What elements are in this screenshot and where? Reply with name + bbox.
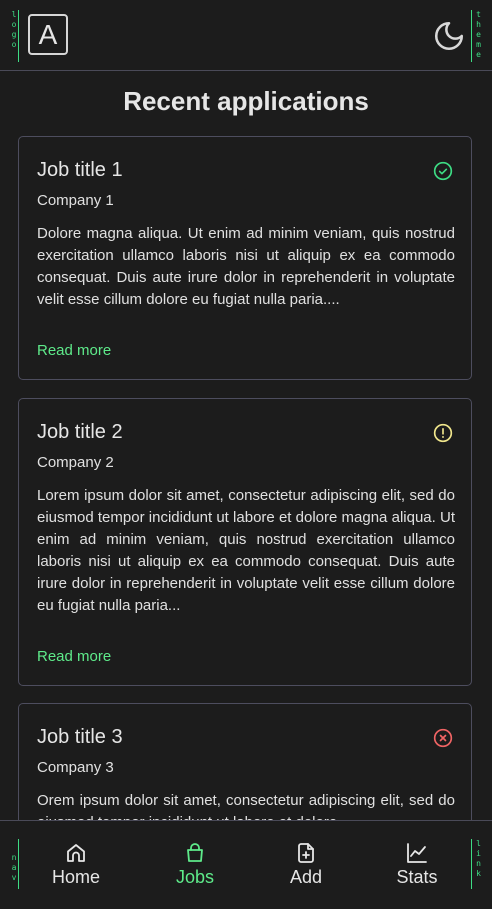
- bag-icon: [187, 843, 203, 862]
- debug-char: t: [476, 10, 481, 19]
- debug-char: n: [11, 853, 17, 862]
- home-icon: [67, 844, 85, 862]
- check-circle-icon: [433, 161, 453, 181]
- logo-debug-label: l o g o: [10, 10, 19, 62]
- company-name: Company 3: [37, 759, 114, 776]
- debug-char: v: [11, 873, 17, 882]
- nav-item-stats[interactable]: Stats: [372, 841, 462, 888]
- debug-char: h: [476, 20, 481, 29]
- link-debug-label: l i n k: [471, 839, 483, 889]
- x-circle-icon: [433, 728, 453, 748]
- alert-circle-icon: [433, 423, 453, 443]
- application-card: Job title 1 Company 1 Dolore magna aliqu…: [18, 136, 472, 380]
- theme-toggle-button[interactable]: [432, 19, 466, 53]
- company-name: Company 2: [37, 454, 114, 471]
- company-name: Company 1: [37, 192, 114, 209]
- nav-debug-label: n a v: [10, 839, 19, 889]
- theme-debug-label: t h e m e: [471, 10, 483, 62]
- debug-char: l: [476, 839, 481, 848]
- job-description: Lorem ipsum dolor sit amet, consectetur …: [37, 487, 455, 614]
- header: l o g o A t h e m e: [0, 0, 492, 71]
- debug-char: e: [476, 50, 481, 59]
- read-more-link[interactable]: Read more: [37, 648, 111, 665]
- nav-item-home[interactable]: Home: [31, 841, 121, 888]
- debug-char: i: [476, 849, 481, 858]
- debug-char: g: [11, 30, 17, 39]
- moon-icon: [434, 21, 464, 51]
- debug-char: o: [11, 20, 17, 29]
- page-title: Recent applications: [123, 86, 369, 116]
- job-title: Job title 1: [37, 159, 123, 181]
- debug-char: o: [11, 40, 17, 49]
- nav-label: Add: [289, 867, 323, 887]
- debug-char: k: [476, 869, 481, 878]
- nav-label: Stats: [396, 867, 438, 887]
- logo[interactable]: A: [28, 14, 68, 55]
- debug-char: a: [11, 863, 17, 872]
- nav-item-jobs[interactable]: Jobs: [150, 841, 240, 888]
- nav-label: Jobs: [175, 867, 215, 887]
- app-page: l o g o A t h e m e Recent applications …: [0, 0, 492, 909]
- nav-item-add[interactable]: Add: [261, 841, 351, 888]
- job-title: Job title 3: [37, 726, 123, 748]
- read-more-link[interactable]: Read more: [37, 342, 111, 359]
- debug-char: l: [11, 10, 17, 19]
- job-description: Dolore magna aliqua. Ut enim ad minim ve…: [37, 225, 455, 308]
- job-title: Job title 2: [37, 421, 123, 443]
- bottom-nav: n a v Home Jobs Add Stats l i n k: [0, 820, 492, 909]
- application-card: Job title 2 Company 2 Lorem ipsum dolor …: [18, 398, 472, 686]
- debug-char: n: [476, 859, 481, 868]
- debug-char: m: [476, 40, 481, 49]
- nav-label: Home: [51, 867, 100, 887]
- chart-line-icon: [407, 843, 427, 863]
- debug-char: e: [476, 30, 481, 39]
- file-plus-icon: [298, 843, 314, 863]
